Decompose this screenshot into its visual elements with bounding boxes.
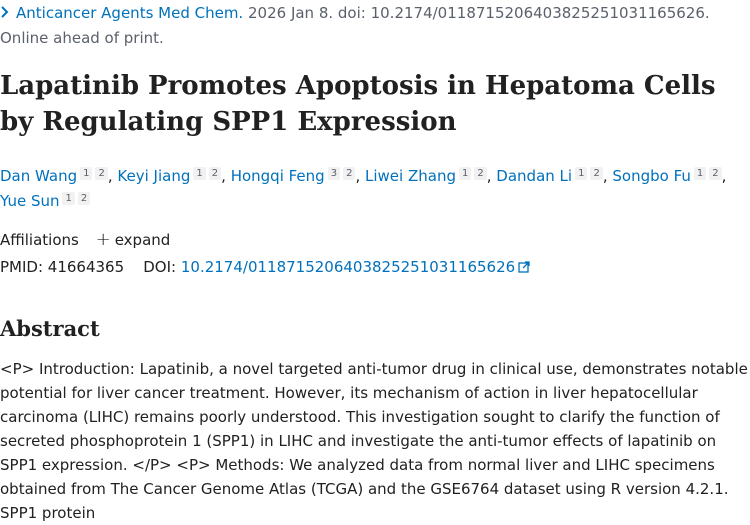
affiliation-number[interactable]: 2 bbox=[709, 167, 722, 180]
abstract-heading: Abstract bbox=[0, 316, 100, 341]
affiliation-number[interactable]: 1 bbox=[458, 167, 472, 180]
chevron-right-icon[interactable] bbox=[0, 3, 12, 24]
affiliation-number[interactable]: 1 bbox=[193, 167, 206, 180]
article-page: Anticancer Agents Med Chem. 2026 Jan 8. … bbox=[0, 0, 750, 522]
affiliation-number[interactable]: 1 bbox=[62, 192, 75, 205]
author-item: Keyi Jiang 1 2, bbox=[117, 167, 226, 185]
affiliations-label: Affiliations bbox=[0, 231, 79, 249]
journal-link[interactable]: Anticancer Agents Med Chem. bbox=[16, 4, 243, 22]
author-item: Dan Wang 1 2, bbox=[0, 167, 113, 185]
author-name-link[interactable]: Hongqi Feng bbox=[231, 167, 325, 185]
doi-link[interactable]: 10.2174/0118715206403825251031165626 bbox=[181, 258, 530, 276]
author-name-link[interactable]: Dandan Li bbox=[496, 167, 572, 185]
affiliation-number[interactable]: 1 bbox=[693, 167, 707, 180]
author-item: Liwei Zhang 1 2, bbox=[365, 167, 492, 185]
doi-value: 10.2174/0118715206403825251031165626 bbox=[180, 258, 516, 276]
affiliation-number[interactable]: 2 bbox=[343, 167, 356, 180]
affiliation-number[interactable]: 2 bbox=[95, 167, 108, 180]
affiliation-number[interactable]: 2 bbox=[208, 167, 222, 180]
publication-status: Online ahead of print. bbox=[0, 29, 164, 47]
pmid-label: PMID: bbox=[0, 258, 44, 276]
pmid-value: 41664365 bbox=[47, 258, 125, 276]
citation-details: 2026 Jan 8. doi: 10.2174/011871520640382… bbox=[248, 4, 710, 22]
plus-icon: + bbox=[95, 229, 111, 250]
affiliations-row: Affiliations + expand bbox=[0, 229, 170, 251]
affiliation-number[interactable]: 2 bbox=[590, 167, 603, 180]
external-link-icon bbox=[518, 258, 530, 279]
affiliations-expand-button[interactable]: + expand bbox=[95, 229, 171, 250]
affiliation-number[interactable]: 1 bbox=[80, 167, 93, 180]
affiliation-number[interactable]: 2 bbox=[474, 167, 487, 180]
author-item: Dandan Li 1 2, bbox=[496, 167, 608, 185]
author-name-link[interactable]: Dan Wang bbox=[0, 167, 77, 185]
article-title: Lapatinib Promotes Apoptosis in Hepatoma… bbox=[0, 71, 716, 137]
expand-label: expand bbox=[114, 231, 171, 249]
author-name-link[interactable]: Yue Sun bbox=[0, 192, 59, 210]
affiliation-number[interactable]: 3 bbox=[327, 167, 341, 180]
author-item: Hongqi Feng 3 2, bbox=[230, 167, 361, 185]
author-list: Dan Wang 1 2, Keyi Jiang 1 2, Hongqi Feng 3 2,… bbox=[0, 164, 748, 214]
author-item: Yue Sun 1 2 bbox=[0, 192, 91, 210]
affiliation-number[interactable]: 1 bbox=[575, 167, 588, 180]
affiliation-number[interactable]: 2 bbox=[77, 192, 91, 205]
citation-line: Anticancer Agents Med Chem. 2026 Jan 8. … bbox=[0, 3, 710, 24]
doi-label: DOI: bbox=[143, 258, 177, 276]
identifiers-row: PMID: 41664365 DOI: 10.2174/011871520640… bbox=[0, 257, 530, 279]
author-name-link[interactable]: Songbo Fu bbox=[612, 167, 691, 185]
author-name-link[interactable]: Keyi Jiang bbox=[117, 167, 190, 185]
author-item: Songbo Fu 1 2, bbox=[612, 167, 727, 185]
author-name-link[interactable]: Liwei Zhang bbox=[365, 167, 456, 185]
